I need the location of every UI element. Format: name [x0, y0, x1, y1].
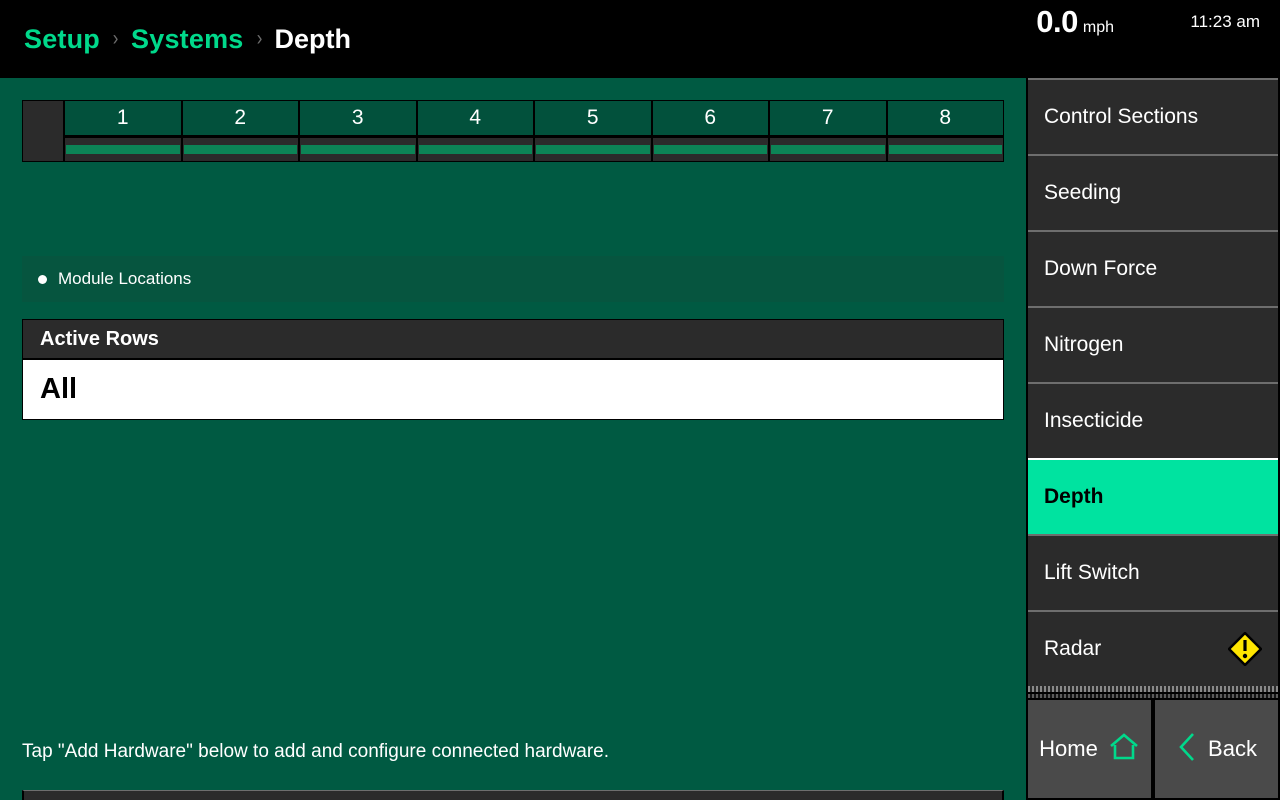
scroll-indicator[interactable] [1028, 686, 1278, 692]
row-status-bar [536, 145, 650, 154]
breadcrumb: Setup › Systems › Depth [24, 0, 351, 78]
sidebar-item-down-force[interactable]: Down Force [1028, 230, 1278, 306]
row-status-bar-wrap [535, 138, 651, 161]
sidebar-item-label: Down Force [1044, 257, 1158, 280]
row-status-bar [653, 145, 767, 154]
add-hardware-button[interactable]: Add Hardware [22, 790, 1004, 800]
row-status-bar-wrap [65, 138, 181, 161]
row-status-bar-wrap [417, 138, 533, 161]
row-column[interactable]: 4 [417, 101, 535, 161]
row-status-bar [771, 145, 885, 154]
row-column[interactable]: 8 [887, 101, 1003, 161]
app-root: Setup › Systems › Depth 0.0 mph 11:23 am… [0, 0, 1280, 800]
sidebar-item-insecticide[interactable]: Insecticide [1028, 382, 1278, 458]
row-status-bar-wrap [887, 138, 1003, 161]
hint-text: Tap "Add Hardware" below to add and conf… [22, 741, 610, 762]
speed-unit: mph [1082, 19, 1114, 36]
row-column[interactable]: 1 [65, 101, 183, 161]
row-strip-columns: 1 2 3 4 5 6 7 8 [65, 101, 1003, 161]
breadcrumb-item-systems[interactable]: Systems [131, 24, 243, 55]
row-column[interactable]: 7 [770, 101, 888, 161]
row-strip-corner [23, 101, 65, 161]
sidebar-item-lift-switch[interactable]: Lift Switch [1028, 534, 1278, 610]
sidebar-item-label: Lift Switch [1044, 561, 1140, 584]
speed-indicator: 0.0 mph [1036, 4, 1114, 40]
sidebar-nav-list: Control Sections Seeding Down Force Nitr… [1026, 78, 1280, 686]
row-status-bar-wrap [652, 138, 768, 161]
sidebar-item-label: Radar [1044, 637, 1102, 660]
row-number-label: 2 [182, 101, 298, 138]
row-column[interactable]: 6 [652, 101, 770, 161]
chevron-right-icon: › [112, 27, 119, 50]
speed-value: 0.0 [1036, 4, 1078, 39]
row-column[interactable]: 3 [300, 101, 418, 161]
row-status-bar [301, 145, 415, 154]
active-rows-value: All [40, 373, 78, 405]
clock: 11:23 am [1190, 12, 1260, 31]
sidebar-item-radar[interactable]: Radar [1028, 610, 1278, 686]
sidebar: Control Sections Seeding Down Force Nitr… [1026, 78, 1280, 800]
row-column[interactable]: 2 [182, 101, 300, 161]
active-rows-title: Active Rows [40, 327, 159, 350]
row-status-bar [183, 145, 297, 154]
sidebar-item-depth[interactable]: Depth [1028, 458, 1278, 534]
warning-icon [1227, 631, 1263, 667]
chevron-right-icon: › [256, 27, 262, 50]
chevron-left-icon [1176, 731, 1198, 768]
row-status-bar [66, 145, 180, 154]
home-button-label: Home [1039, 736, 1098, 761]
row-number-label: 3 [300, 101, 416, 138]
sidebar-item-label: Seeding [1044, 181, 1122, 204]
sidebar-item-label: Control Sections [1044, 105, 1199, 128]
row-number-label: 1 [65, 101, 181, 138]
page-title: Depth [274, 23, 352, 54]
row-status-bar [418, 145, 532, 154]
active-rows-value-field[interactable]: All [23, 360, 1003, 419]
sidebar-item-label: Insecticide [1044, 409, 1144, 432]
sidebar-item-nitrogen[interactable]: Nitrogen [1028, 306, 1278, 382]
home-icon [1108, 732, 1140, 767]
bullet-dot-icon [38, 274, 47, 284]
module-locations-row[interactable]: Module Locations [22, 256, 1004, 302]
breadcrumb-item-setup[interactable]: Setup [24, 24, 100, 55]
row-status-bar-wrap [300, 138, 416, 161]
sidebar-bottom-bar: Home Back [1026, 700, 1280, 800]
active-rows-card[interactable]: Active Rows All [22, 319, 1004, 420]
sidebar-item-seeding[interactable]: Seeding [1028, 154, 1278, 230]
row-number-label: 6 [652, 101, 768, 138]
back-button-label: Back [1208, 736, 1257, 761]
row-strip[interactable]: 1 2 3 4 5 6 7 8 [22, 100, 1004, 162]
main-panel: 1 2 3 4 5 6 7 8 Module Locations Active … [0, 78, 1026, 800]
row-column[interactable]: 5 [535, 101, 653, 161]
sidebar-item-label: Depth [1044, 485, 1104, 508]
row-number-label: 4 [417, 101, 533, 138]
home-button[interactable]: Home [1028, 700, 1151, 798]
module-locations-label: Module Locations [58, 269, 192, 288]
scroll-indicator-secondary [1028, 694, 1278, 698]
row-status-bar-wrap [182, 138, 298, 161]
sidebar-item-label: Nitrogen [1044, 333, 1124, 356]
active-rows-header: Active Rows [23, 320, 1003, 360]
row-number-label: 7 [770, 101, 886, 138]
sidebar-item-control-sections[interactable]: Control Sections [1028, 78, 1278, 154]
row-status-bar-wrap [770, 138, 886, 161]
top-bar: Setup › Systems › Depth 0.0 mph 11:23 am [0, 0, 1280, 78]
row-status-bar [888, 145, 1002, 154]
row-number-label: 5 [535, 101, 651, 138]
back-button[interactable]: Back [1155, 700, 1278, 798]
row-number-label: 8 [887, 101, 1003, 138]
